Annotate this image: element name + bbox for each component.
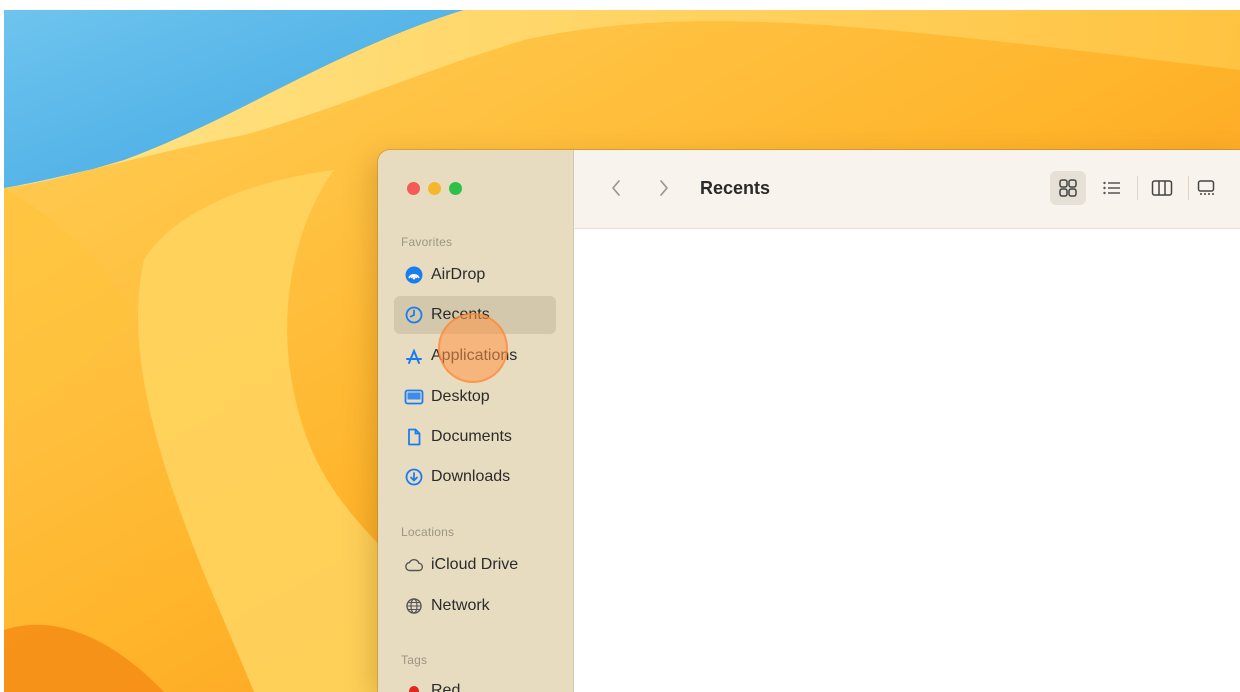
toolbar: Recents xyxy=(574,150,1240,229)
chevron-right-icon xyxy=(660,180,668,196)
sidebar-item-applications[interactable]: Applications xyxy=(394,337,556,375)
sidebar-item-label: iCloud Drive xyxy=(431,556,519,573)
window-title: Recents xyxy=(700,178,771,198)
toolbar-divider xyxy=(1188,176,1189,200)
desktop-icon xyxy=(404,387,424,407)
sidebar-item-airdrop[interactable]: AirDrop xyxy=(394,256,556,294)
tags-section-label: Tags xyxy=(401,653,428,667)
content-area: Recents xyxy=(574,150,1240,692)
sidebar-item-recents[interactable]: Recents xyxy=(394,296,556,334)
zoom-window-button[interactable] xyxy=(449,182,462,195)
gallery-view-icon xyxy=(1197,180,1215,195)
list-view-button[interactable] xyxy=(1094,171,1130,205)
sidebar-item-label: Documents xyxy=(431,428,512,445)
sidebar-item-label: AirDrop xyxy=(431,266,486,283)
sidebar-item-tag-red[interactable]: Red xyxy=(394,672,556,692)
airdrop-icon xyxy=(404,265,424,285)
sidebar-item-label: Desktop xyxy=(431,388,490,405)
download-icon xyxy=(404,467,424,487)
sidebar-item-label: Downloads xyxy=(431,468,511,485)
sidebar-item-label: Network xyxy=(431,597,490,614)
locations-section-label: Locations xyxy=(401,525,455,539)
forward-button[interactable] xyxy=(650,174,678,202)
sidebar-item-desktop[interactable]: Desktop xyxy=(394,378,556,416)
sidebar-item-network[interactable]: Network xyxy=(394,587,556,625)
window-controls xyxy=(407,182,462,195)
back-button[interactable] xyxy=(602,174,630,202)
finder-window: Favorites AirDrop Recents Applications D… xyxy=(378,150,1240,692)
column-view-icon xyxy=(1151,180,1173,196)
sidebar-item-icloud-drive[interactable]: iCloud Drive xyxy=(394,546,556,584)
gallery-view-button[interactable] xyxy=(1192,171,1220,205)
list-view-icon xyxy=(1103,181,1120,195)
chevron-left-icon xyxy=(612,180,620,196)
icon-view-icon xyxy=(1059,179,1077,197)
sidebar-item-label: Recents xyxy=(431,306,490,323)
sidebar-item-downloads[interactable]: Downloads xyxy=(394,458,556,496)
cloud-icon xyxy=(404,555,424,575)
toolbar-divider xyxy=(1137,176,1138,200)
tag-color-dot-icon xyxy=(404,681,424,692)
network-icon xyxy=(404,596,424,616)
close-window-button[interactable] xyxy=(407,182,420,195)
minimize-window-button[interactable] xyxy=(428,182,441,195)
sidebar-item-label: Red xyxy=(431,682,461,692)
sidebar-item-label: Applications xyxy=(431,347,518,364)
applications-icon xyxy=(404,346,424,366)
sidebar-item-documents[interactable]: Documents xyxy=(394,418,556,456)
document-icon xyxy=(404,427,424,447)
clock-icon xyxy=(404,305,424,325)
column-view-button[interactable] xyxy=(1144,171,1180,205)
favorites-section-label: Favorites xyxy=(401,235,453,249)
icon-view-button[interactable] xyxy=(1050,171,1086,205)
sidebar: Favorites AirDrop Recents Applications D… xyxy=(378,150,574,692)
